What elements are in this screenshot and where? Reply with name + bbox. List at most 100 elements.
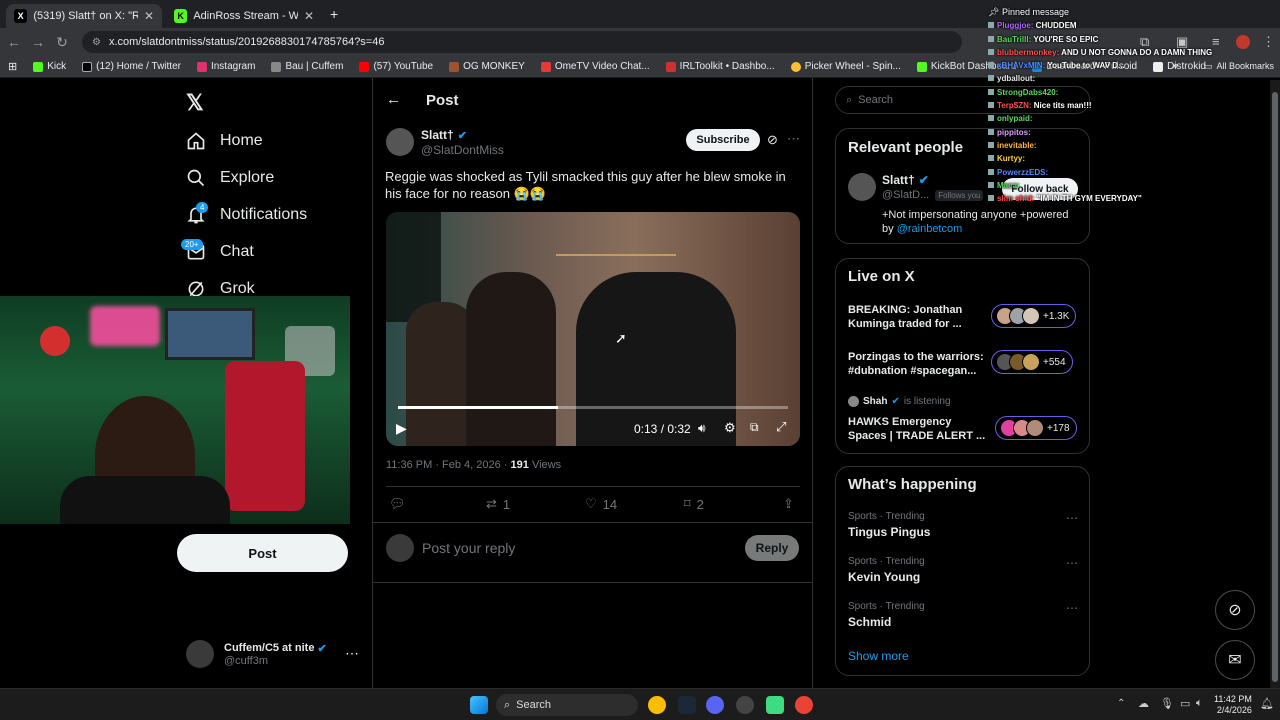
live-title[interactable]: HAWKS Emergency Spaces | TRADE ALERT ... (848, 415, 988, 443)
live-listeners-pill[interactable]: +554 (991, 350, 1073, 374)
chrome-active-icon[interactable] (795, 696, 813, 714)
bookmark-bau[interactable]: Bau | Cuffem (271, 61, 343, 72)
chrome-icon[interactable] (648, 696, 666, 714)
fullscreen-icon[interactable]: ⤢ (776, 419, 786, 435)
more-icon[interactable]: ⋯ (1066, 556, 1078, 570)
post-button[interactable]: Post (177, 534, 348, 572)
profile-avatar[interactable] (1236, 35, 1250, 49)
bookmark-picker-wheel[interactable]: Picker Wheel - Spin... (790, 61, 901, 72)
address-bar[interactable]: ⚙ x.com/slatdontmiss/status/201926883017… (82, 31, 962, 53)
bookmark-twitter[interactable]: (12) Home / Twitter (82, 61, 181, 72)
back-arrow-icon[interactable]: ← (386, 91, 401, 108)
bookmark-og-monkey[interactable]: OG MONKEY (449, 61, 525, 72)
author-handle[interactable]: @SlatDontMiss (421, 143, 504, 157)
author-avatar[interactable] (386, 128, 414, 156)
trend-item[interactable]: Sports · Trending Tingus Pingus (848, 511, 930, 539)
chat-username: Maca: (997, 180, 1020, 190)
mic-icon[interactable]: 🎙︎ (1160, 697, 1174, 710)
author-name-row[interactable]: Slatt† ✔ (421, 128, 467, 142)
bookmark-action[interactable]: ⌑ 2 (684, 496, 704, 512)
close-icon[interactable]: ✕ (304, 9, 314, 23)
tray-chevron-icon[interactable]: ⌃ (1117, 698, 1125, 709)
person-name-row[interactable]: Slatt† ✔ (882, 173, 929, 187)
reply-button[interactable]: Reply (745, 535, 799, 561)
notification-bell-icon[interactable]: 🔔︎ (1260, 697, 1274, 710)
obs-icon[interactable] (736, 696, 754, 714)
live-listeners-pill[interactable]: +178 (995, 416, 1077, 440)
video-progress-track[interactable] (398, 406, 788, 409)
nav-home[interactable]: Home (186, 131, 263, 151)
pip-icon[interactable]: ⧉ (750, 420, 759, 435)
settings-gear-icon[interactable]: ⚙ (724, 420, 736, 436)
app-icon[interactable] (766, 696, 784, 714)
chat-badge-icon (988, 195, 994, 202)
site-info-icon[interactable]: ⚙ (92, 37, 101, 48)
grok-float-icon[interactable]: ⊘ (1215, 590, 1255, 630)
back-icon[interactable]: ← (2, 34, 26, 50)
more-icon[interactable]: ⋯ (787, 131, 800, 147)
bookmark-youtube[interactable]: (57) YouTube (359, 61, 433, 72)
messages-float-icon[interactable]: ✉ (1215, 640, 1255, 680)
bookmark-ometv[interactable]: OmeTV Video Chat... (540, 61, 650, 72)
more-icon[interactable]: ⋯ (1066, 511, 1078, 525)
search-icon: ⌕ (504, 698, 511, 711)
chat-message: inevitable: (988, 139, 1228, 152)
cloud-icon[interactable]: ☁ (1138, 697, 1149, 710)
avatar (386, 534, 414, 562)
more-icon[interactable]: ⋯ (1066, 601, 1078, 615)
windows-start-icon[interactable] (470, 696, 488, 714)
reload-icon[interactable]: ↻ (50, 34, 74, 51)
taskbar-search[interactable]: ⌕ Search (496, 694, 638, 716)
chat-badge-icon (988, 75, 994, 82)
kebab-menu-icon[interactable]: ⋮ (1262, 34, 1275, 50)
share-icon[interactable]: ⇪ (783, 496, 794, 512)
volume-icon[interactable]: 🔈︎ (1196, 697, 1203, 710)
repost-action[interactable]: ⇄ 1 (486, 496, 510, 512)
browser-tab[interactable]: K AdinRoss Stream - Watch Live o ✕ (166, 4, 322, 28)
live-title[interactable]: Porzingas to the warriors: #dubnation #s… (848, 350, 986, 378)
live-listeners-pill[interactable]: +1.3K (991, 304, 1077, 328)
chat-text: "IM IN TH GYM EVERYDAY" (1034, 194, 1142, 204)
subscribe-button[interactable]: Subscribe (686, 129, 760, 151)
volume-icon[interactable]: 🔊︎ (698, 421, 706, 436)
instagram-icon (196, 61, 207, 72)
reply-action[interactable]: 💬︎ (389, 496, 412, 512)
display-icon[interactable]: ▭ (1180, 697, 1190, 710)
reply-input[interactable]: Post your reply (422, 540, 515, 556)
like-action[interactable]: ♡ 14 (585, 496, 617, 512)
chat-message: Maca: (988, 179, 1228, 192)
discord-icon[interactable] (706, 696, 724, 714)
trend-item[interactable]: Sports · Trending Kevin Young (848, 556, 925, 584)
account-switcher[interactable]: Cuffem/C5 at nite ✔ @cuff3m (186, 640, 327, 668)
close-icon[interactable]: ✕ (144, 9, 154, 23)
divider (373, 582, 812, 583)
trend-item[interactable]: Sports · Trending Schmid (848, 601, 925, 629)
bio-link[interactable]: @rainbetcom (897, 223, 963, 235)
video-player[interactable]: ▶ 0:13 / 0:32 🔊︎ ⚙ ⧉ ⤢ (386, 212, 800, 446)
bookmark-instagram[interactable]: Instagram (196, 61, 255, 72)
nav-explore[interactable]: Explore (186, 168, 274, 188)
grok-explain-icon[interactable]: ⊘ (767, 132, 778, 148)
avatar[interactable] (848, 173, 876, 201)
url-text: x.com/slatdontmiss/status/20192688301747… (108, 36, 385, 48)
bookmark-kick[interactable]: Kick (33, 61, 66, 72)
show-more-link[interactable]: Show more (848, 649, 909, 663)
bookmark-irltoolkit[interactable]: IRLToolkit • Dashbo... (665, 61, 775, 72)
youtube-icon (359, 61, 370, 72)
scrollbar-thumb[interactable] (1272, 92, 1278, 682)
new-tab-icon[interactable]: + (330, 6, 338, 22)
scrollbar-track[interactable] (1270, 80, 1280, 688)
forward-icon[interactable]: → (26, 34, 50, 50)
steam-icon[interactable] (678, 696, 696, 714)
apps-grid-icon[interactable]: ⊞ (8, 60, 17, 73)
repost-icon: ⇄ (486, 496, 497, 511)
x-logo-icon[interactable]: 𝕏 (186, 90, 204, 116)
live-title[interactable]: BREAKING: Jonathan Kuminga traded for ..… (848, 303, 973, 331)
clock[interactable]: 11:42 PM 2/4/2026 (1214, 694, 1252, 716)
author-name: Slatt† (421, 128, 454, 142)
more-icon[interactable]: ⋯ (345, 645, 359, 662)
chat-message: blubbermonkey: AND U NOT GONNA DO A DAMN… (988, 46, 1228, 59)
kickbot-icon (916, 61, 927, 72)
play-icon[interactable]: ▶ (396, 420, 407, 437)
browser-tab-active[interactable]: X (5319) Slatt† on X: "Reggie was ✕ (6, 4, 162, 28)
